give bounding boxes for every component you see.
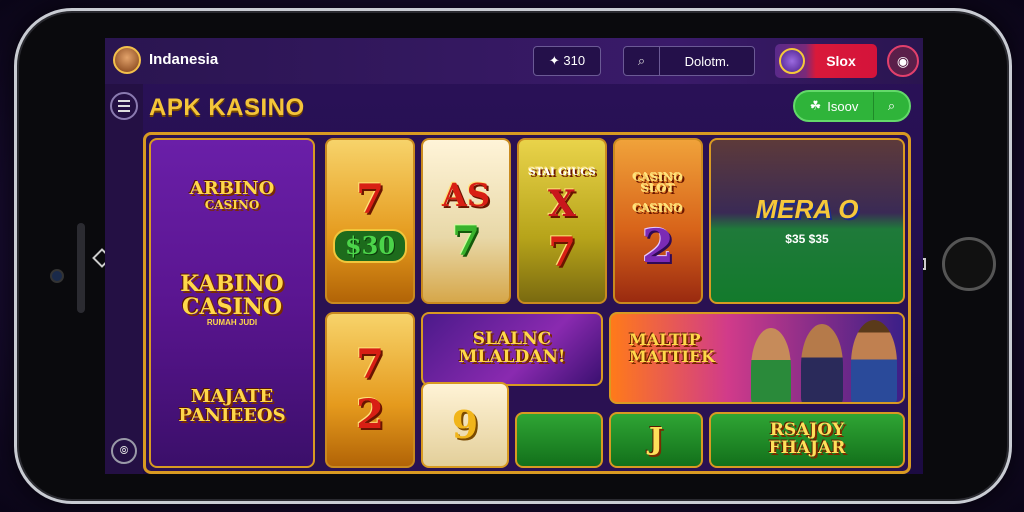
reel1-symbol: 7	[356, 176, 384, 224]
deposit-label: Dolotm.	[684, 53, 730, 69]
table-title: MERA	[755, 194, 832, 225]
search-icon: ⌕	[624, 47, 660, 75]
player-figure-1	[751, 328, 791, 402]
user-avatar[interactable]	[113, 46, 141, 74]
slot-button[interactable]: Slox	[775, 44, 877, 78]
game-tile-reel-3[interactable]: STAI GIUCS X 7	[517, 138, 607, 304]
bet-balance-pill[interactable]: ✦ 310	[533, 46, 601, 76]
speaker-grille	[77, 223, 85, 313]
coin-icon	[779, 48, 805, 74]
promo-title-2: KABINO	[180, 270, 284, 297]
player-figure-3	[851, 320, 897, 402]
promo-title-3: MAJATE	[190, 385, 274, 407]
home-button[interactable]	[942, 237, 996, 291]
reel3-symbol: X	[548, 183, 576, 226]
game-tile-reel-1[interactable]: 7 $30	[325, 138, 415, 304]
nine-symbol: 9	[451, 402, 479, 448]
search-label: Isoov	[827, 98, 859, 114]
sidebar: ⦾	[105, 84, 143, 474]
game-tile-slot-promo[interactable]: SLALNC MLALDAN!	[421, 312, 603, 386]
sports-line-2: MATTIEK	[629, 346, 716, 366]
promo-title-3b: PANIEEOS	[178, 404, 286, 426]
reel5-seven: 7	[356, 341, 384, 388]
page-title: APK KASINO	[149, 94, 305, 121]
game-tile-live-table[interactable]: MERA O $35 $35	[709, 138, 905, 304]
reel1-prize: $30	[332, 229, 408, 263]
game-tile-nine[interactable]: 9	[421, 382, 509, 468]
chip-icon[interactable]: ⦾	[111, 438, 137, 464]
deposit-pill[interactable]: ⌕ Dolotm.	[623, 46, 755, 76]
reel2-symbol: AS	[442, 176, 490, 215]
reel3-label: STAI GIUCS	[528, 166, 596, 178]
game-tile-reel-4[interactable]: CASINO SLOT CASINO 2	[613, 138, 703, 304]
green-symbol: J	[648, 422, 664, 458]
reel4-label: CASINO SLOT	[632, 170, 683, 196]
slot-button-label: Slox	[826, 53, 856, 69]
promo-subtitle: RUMAH JUDI	[206, 317, 258, 327]
slot-promo-2: MLALDAN!	[458, 347, 566, 367]
game-tile-reel-2[interactable]: AS 7	[421, 138, 511, 304]
magnifier-icon: ⌕	[873, 92, 909, 120]
reel3-seven: 7	[548, 229, 576, 277]
leaf-icon: ☘	[809, 98, 822, 113]
menu-icon[interactable]	[110, 92, 138, 120]
app-screen: Indanesia ✦ 310 ⌕ Dolotm. Slox ◉ ⦾ APK K…	[105, 38, 923, 474]
player-figure-2	[801, 324, 843, 402]
promo-title-1b: CASINO	[204, 198, 260, 213]
brand-name: Indanesia	[149, 51, 219, 68]
search-button[interactable]: ☘ Isoov ⌕	[793, 90, 911, 122]
game-tile-enjoy[interactable]: RSAJOY FHAJAR	[709, 412, 905, 468]
enjoy-line-2: FHAJAR	[768, 438, 846, 458]
game-tile-green-1[interactable]	[515, 412, 603, 468]
promo-title-1: ARBINO	[189, 178, 275, 200]
game-tile-green-2[interactable]: J	[609, 412, 703, 468]
reel2-seven: 7	[452, 217, 480, 265]
reel5-two: 2	[356, 391, 384, 438]
table-chips: $35 $35	[785, 231, 829, 246]
table-title-2: O	[838, 194, 859, 225]
reel4-symbol: 2	[641, 219, 674, 274]
promo-title-2b: CASINO	[181, 293, 283, 320]
front-camera	[50, 269, 64, 283]
game-tile-casino-promo[interactable]: ARBINO CASINO KABINO CASINO RUMAH JUDI M…	[149, 138, 315, 468]
reel4-label-2: CASINO	[632, 201, 683, 215]
top-bar: Indanesia ✦ 310 ⌕ Dolotm. Slox ◉	[105, 38, 923, 84]
game-tile-sports[interactable]: MALTIP MATTIEK	[609, 312, 905, 404]
profile-icon[interactable]: ◉	[887, 45, 919, 77]
game-tile-reel-5[interactable]: 7 2	[325, 312, 415, 468]
